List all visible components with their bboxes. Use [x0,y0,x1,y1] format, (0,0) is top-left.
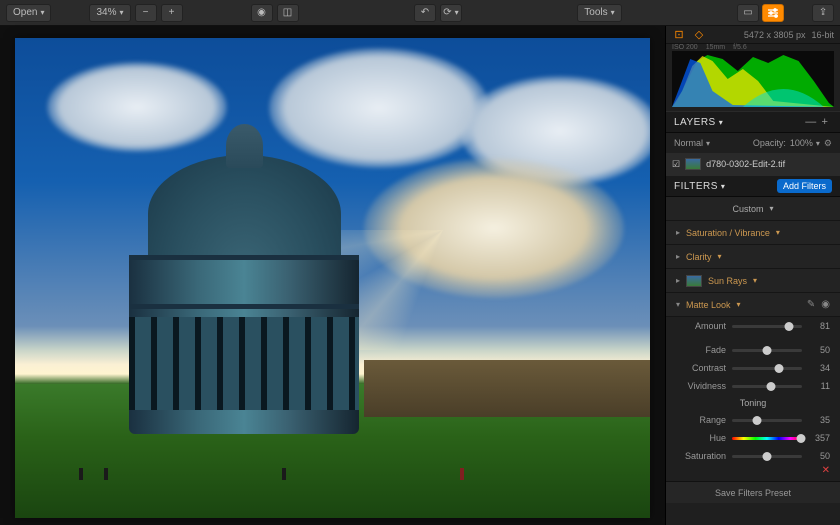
chevron-right-icon: ▸ [676,252,680,261]
filter-matte-look[interactable]: ▾ Matte Look▾ ✎ ◉ [666,293,840,317]
chevron-right-icon: ▸ [676,276,680,285]
slider-range[interactable]: Range 35 [666,411,840,429]
filter-saturation-vibrance[interactable]: ▸ Saturation / Vibrance▾ [666,221,840,245]
layers-collapse-icon[interactable]: — [804,115,818,129]
filters-header[interactable]: FILTERS ▾ Add Filters [666,175,840,197]
add-filters-button[interactable]: Add Filters [777,179,832,193]
blend-mode-select[interactable]: Normal [674,138,710,148]
crop-icon[interactable]: ⊡ [672,28,686,42]
chevron-down-icon: ▾ [676,300,680,309]
image-bitdepth: 16-bit [811,30,834,40]
image-canvas[interactable] [15,38,650,518]
exif-aperture: f/5.6 [733,44,747,51]
brush-icon[interactable]: ✎ [807,299,815,310]
zoom-level[interactable]: 34% [89,4,130,22]
slider-contrast[interactable]: Contrast 34 [666,359,840,377]
filters-title: FILTERS [674,181,718,192]
opacity-label: Opacity: [753,138,786,148]
layers-title: LAYERS [674,117,716,128]
transform-icon[interactable]: ◇ [692,28,706,42]
history-menu[interactable]: ⟳ [440,4,462,22]
side-panel: ⊡ ◇ 5472 x 3805 px 16-bit ISO 200 15mm f… [665,26,840,525]
zoom-in-button[interactable]: + [161,4,183,22]
slider-amount[interactable]: Amount 81 [666,317,840,335]
zoom-out-button[interactable]: − [135,4,157,22]
layer-thumb [685,158,701,170]
add-layer-button[interactable]: + [818,115,832,129]
save-filters-preset[interactable]: Save Filters Preset [666,481,840,503]
compare-icon[interactable]: ◫ [277,4,299,22]
export-button[interactable]: ⇪ [812,4,834,22]
visibility-icon[interactable]: ☑ [672,159,680,170]
opacity-value[interactable]: 100% [790,138,820,148]
visibility-icon[interactable]: ◉ [821,299,830,310]
top-toolbar: Open 34% − + ◉ ◫ ↶ ⟳ Tools ▭ ⇪ [0,0,840,26]
chevron-right-icon: ▸ [676,228,680,237]
canvas-area[interactable] [0,26,665,525]
image-dimensions: 5472 x 3805 px [744,30,806,40]
layer-item[interactable]: ☑ d780-0302-Edit-2.tif [666,153,840,175]
exif-iso: ISO 200 [672,44,698,51]
exif-focal: 15mm [706,44,725,51]
preview-icon[interactable]: ◉ [251,4,273,22]
toning-label: Toning [666,395,840,411]
slider-vividness[interactable]: Vividness 11 [666,377,840,395]
gear-icon[interactable]: ⚙ [824,138,832,149]
panel-presets-icon[interactable]: ▭ [737,4,759,22]
layers-header[interactable]: LAYERS ▾ — + [666,111,840,133]
undo-button[interactable]: ↶ [414,4,436,22]
open-menu[interactable]: Open [6,4,51,22]
exif-row: ISO 200 15mm f/5.6 [666,44,840,51]
tools-menu[interactable]: Tools [577,4,621,22]
layer-blend-row: Normal Opacity: 100% ⚙ [666,133,840,153]
preset-selector[interactable]: Custom▾ [666,197,840,221]
histogram[interactable] [672,51,834,107]
filter-clarity[interactable]: ▸ Clarity▾ [666,245,840,269]
image-info-bar: ⊡ ◇ 5472 x 3805 px 16-bit [666,26,840,44]
delete-filter-button[interactable]: ✕ [822,465,830,481]
filter-sun-rays[interactable]: ▸ Sun Rays▾ [666,269,840,293]
filter-thumb [686,275,702,287]
layer-name: d780-0302-Edit-2.tif [706,159,785,169]
slider-fade[interactable]: Fade 50 [666,341,840,359]
panel-filters-icon[interactable] [762,4,784,22]
subject-building [129,124,359,434]
slider-hue[interactable]: Hue 357 [666,429,840,447]
slider-saturation[interactable]: Saturation 50 [666,447,840,465]
